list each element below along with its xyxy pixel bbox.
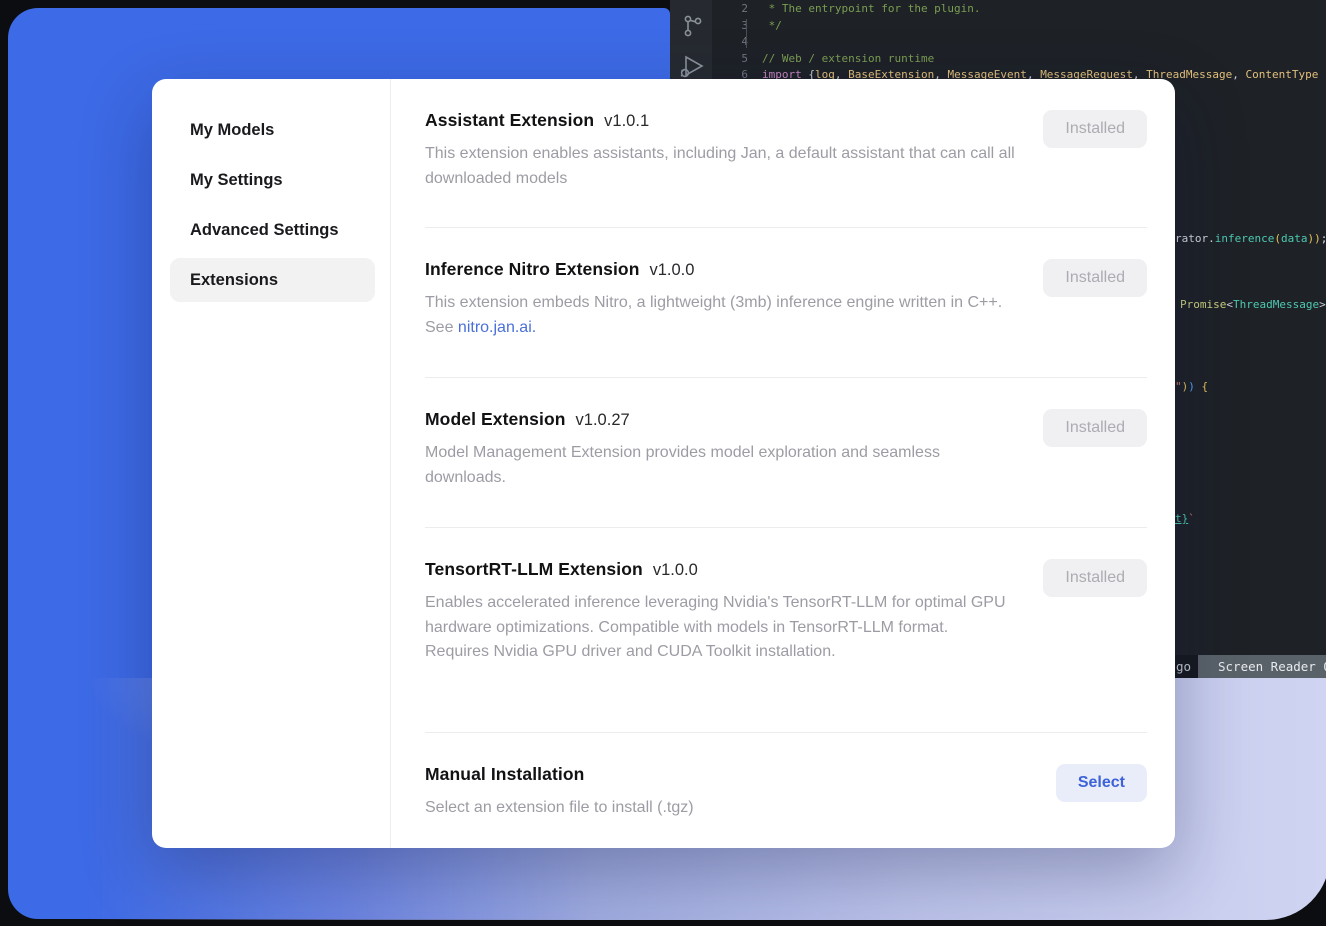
hero-composition: 2 * The entrypoint for the plugin.3 */45…	[0, 0, 1326, 926]
code-fragment: ")) {	[1175, 378, 1208, 395]
code-line: 5 // Web / extension runtime	[712, 50, 1326, 67]
extension-action-button[interactable]: Select	[1056, 764, 1147, 802]
extension-description: Model Management Extension provides mode…	[425, 441, 1015, 490]
extension-row: TensortRT-LLM Extension v1.0.0 Enables a…	[425, 528, 1147, 733]
extension-description: Enables accelerated inference leveraging…	[425, 591, 1015, 665]
code-fragment: t}`	[1175, 510, 1195, 527]
indent-guide	[746, 19, 747, 48]
sidebar-item-label: My Models	[190, 121, 274, 140]
extension-action-button[interactable]: Installed	[1043, 559, 1147, 597]
code-text: * The entrypoint for the plugin.	[762, 0, 981, 17]
extension-action-button[interactable]: Installed	[1043, 110, 1147, 148]
extension-action-button[interactable]: Installed	[1043, 259, 1147, 297]
code-line: 2 * The entrypoint for the plugin.	[712, 0, 1326, 17]
settings-modal: My Models My Settings Advanced Settings …	[152, 79, 1175, 848]
code-line: 4	[712, 33, 1326, 50]
extension-name: Assistant Extension	[425, 110, 594, 131]
sidebar-item-my-settings[interactable]: My Settings	[170, 158, 375, 202]
sidebar-item-my-models[interactable]: My Models	[170, 108, 375, 152]
extension-row: Model Extension v1.0.27 Model Management…	[425, 378, 1147, 528]
sidebar-item-label: Advanced Settings	[190, 221, 339, 240]
run-and-debug-icon[interactable]	[678, 54, 708, 80]
code-text: // Web / extension runtime	[762, 50, 934, 67]
extension-name: TensortRT-LLM Extension	[425, 559, 643, 580]
extension-link[interactable]: nitro.jan.ai.	[458, 319, 536, 336]
settings-sidebar: My Models My Settings Advanced Settings …	[152, 79, 391, 848]
extension-version: v1.0.27	[576, 411, 630, 430]
extension-description: Select an extension file to install (.tg…	[425, 796, 694, 821]
extension-name: Model Extension	[425, 409, 566, 430]
extension-version: v1.0.0	[650, 261, 695, 280]
extension-description: This extension embeds Nitro, a lightweig…	[425, 291, 1015, 340]
line-number: 3	[712, 17, 748, 34]
extension-name: Manual Installation	[425, 764, 584, 785]
code-fragment: rator.inference(data));	[1175, 230, 1326, 247]
extension-version: v1.0.0	[653, 561, 698, 580]
code-fragment: Promise<ThreadMessage>	[1180, 296, 1326, 313]
code-text: */	[762, 17, 782, 34]
extensions-list: Assistant Extension v1.0.1 This extensio…	[391, 79, 1175, 848]
sidebar-item-extensions[interactable]: Extensions	[170, 258, 375, 302]
sidebar-item-advanced-settings[interactable]: Advanced Settings	[170, 208, 375, 252]
screen-reader-optimized-status[interactable]: Screen Reader Optimize	[1198, 655, 1326, 678]
extension-row: Inference Nitro Extension v1.0.0 This ex…	[425, 228, 1147, 378]
extension-row: Assistant Extension v1.0.1 This extensio…	[425, 79, 1147, 228]
extension-action-button[interactable]: Installed	[1043, 409, 1147, 447]
line-number: 2	[712, 0, 748, 17]
sidebar-item-label: Extensions	[190, 271, 278, 290]
extension-version: v1.0.1	[604, 112, 649, 131]
extension-row: Manual Installation Select an extension …	[425, 733, 1147, 848]
code-line: 3 */	[712, 17, 1326, 34]
line-number: 4	[712, 33, 748, 50]
status-bar-text: go	[1176, 655, 1191, 678]
extension-name: Inference Nitro Extension	[425, 259, 640, 280]
sidebar-item-label: My Settings	[190, 171, 283, 190]
line-number: 5	[712, 50, 748, 67]
source-control-icon[interactable]	[682, 14, 704, 38]
extension-description: This extension enables assistants, inclu…	[425, 142, 1015, 191]
